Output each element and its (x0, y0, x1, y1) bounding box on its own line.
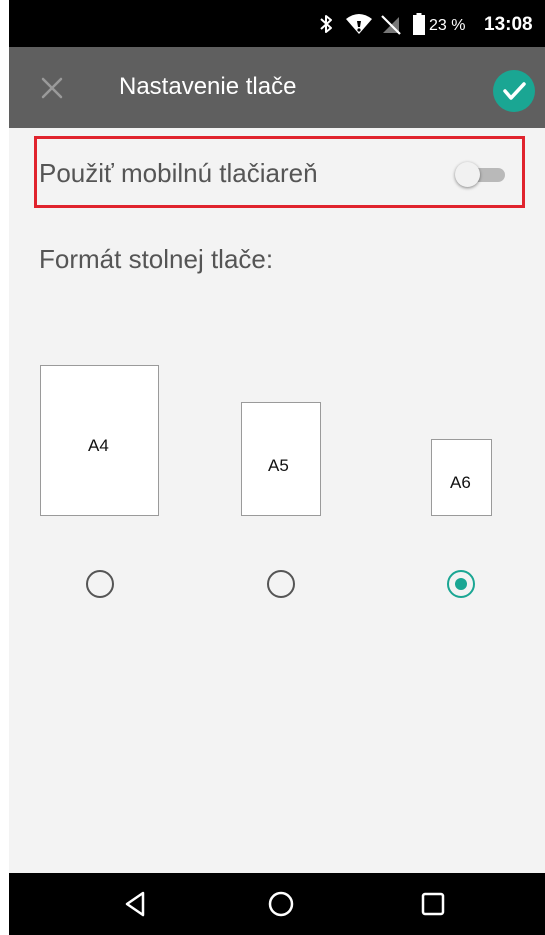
bluetooth-icon (319, 13, 333, 40)
recents-icon[interactable] (417, 889, 449, 919)
home-icon[interactable] (265, 889, 297, 919)
close-icon[interactable] (39, 75, 65, 101)
paper-a6-label: A6 (450, 473, 471, 492)
app-screen: 23 % 13:08 Nastavenie tlače Použiť mobil… (9, 0, 545, 935)
app-bar: Nastavenie tlače (9, 47, 545, 128)
battery-percentage: 23 % (429, 17, 466, 34)
page-title: Nastavenie tlače (119, 73, 297, 100)
paper-a6[interactable]: A6 (431, 439, 492, 516)
toggle-thumb (455, 162, 480, 187)
status-bar: 23 % 13:08 (9, 0, 545, 47)
wifi-icon (345, 13, 373, 40)
check-icon (503, 82, 526, 100)
paper-a5-label: A5 (268, 456, 289, 475)
confirm-button[interactable] (493, 70, 535, 112)
no-sim-icon (381, 13, 401, 40)
navigation-bar (9, 873, 545, 935)
radio-a4[interactable] (86, 570, 114, 598)
format-label: Formát stolnej tlače: (39, 244, 274, 274)
radio-a6[interactable] (447, 570, 475, 598)
paper-a4[interactable]: A4 (40, 365, 159, 516)
clock: 13:08 (484, 14, 533, 35)
paper-a4-label: A4 (88, 436, 109, 455)
back-icon[interactable] (119, 889, 151, 919)
mobile-printer-toggle[interactable] (455, 162, 509, 187)
mobile-printer-label: Použiť mobilnú tlačiareň (39, 158, 318, 188)
radio-selected-dot (455, 578, 467, 590)
battery-icon (413, 13, 425, 40)
paper-a5[interactable]: A5 (241, 402, 321, 516)
radio-a5[interactable] (267, 570, 295, 598)
